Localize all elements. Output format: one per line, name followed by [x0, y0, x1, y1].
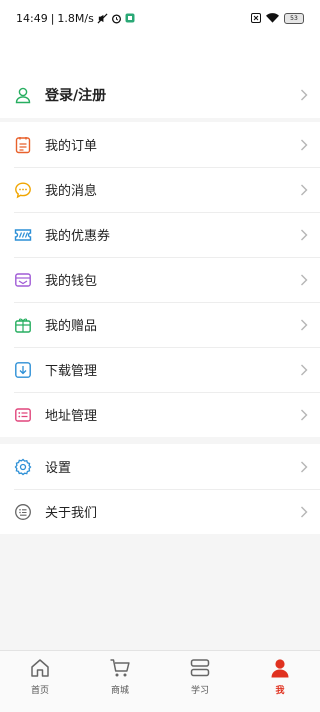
nav-home[interactable]: 首页 — [0, 651, 80, 712]
download-management-item[interactable]: 下载管理 — [0, 347, 320, 392]
app-notification-icon — [125, 13, 135, 23]
chevron-right-icon — [300, 138, 308, 151]
alarm-icon — [111, 13, 122, 24]
chevron-right-icon — [300, 408, 308, 421]
cart-icon — [109, 657, 131, 679]
nav-home-label: 首页 — [30, 686, 49, 696]
my-messages-label: 我的消息 — [45, 184, 98, 199]
order-icon — [14, 136, 32, 154]
chevron-right-icon — [300, 363, 308, 376]
settings-label: 设置 — [45, 461, 72, 476]
study-icon — [189, 657, 211, 679]
settings-item[interactable]: 设置 — [0, 444, 320, 489]
my-coupons-label: 我的优惠券 — [45, 229, 111, 244]
about-us-label: 关于我们 — [45, 506, 98, 521]
nav-profile[interactable]: 我 — [240, 651, 320, 712]
my-wallet-label: 我的钱包 — [45, 274, 98, 289]
status-network-speed: 1.8M/s — [57, 11, 94, 25]
coupon-icon — [14, 226, 32, 244]
menu-group-other: 设置 关于我们 — [0, 444, 320, 534]
my-gifts-item[interactable]: 我的赠品 — [0, 302, 320, 347]
user-icon — [14, 86, 32, 104]
bottom-navigation: 首页 商城 学习 我 — [0, 650, 320, 712]
mute-icon — [97, 12, 108, 24]
chevron-right-icon — [300, 228, 308, 241]
status-bar: 14:49 | 1.8M/s 53 — [0, 0, 320, 36]
download-management-label: 下载管理 — [45, 364, 98, 379]
chevron-right-icon — [300, 89, 308, 102]
my-wallet-item[interactable]: 我的钱包 — [0, 257, 320, 302]
battery-icon: 53 — [284, 12, 304, 24]
chevron-right-icon — [300, 460, 308, 473]
gear-icon — [14, 458, 32, 476]
nav-study-label: 学习 — [190, 686, 209, 696]
nav-study[interactable]: 学习 — [160, 651, 240, 712]
profile-icon — [269, 657, 291, 679]
chevron-right-icon — [300, 273, 308, 286]
nav-profile-label: 我 — [275, 686, 285, 696]
message-icon — [14, 181, 32, 199]
sim-off-icon — [251, 13, 261, 23]
my-gifts-label: 我的赠品 — [45, 319, 98, 334]
status-separator: | — [50, 11, 55, 25]
gift-icon — [14, 316, 32, 334]
login-section: 登录/注册 — [0, 72, 320, 118]
my-messages-item[interactable]: 我的消息 — [0, 167, 320, 212]
address-management-label: 地址管理 — [45, 409, 98, 424]
status-time: 14:49 — [16, 11, 48, 25]
my-orders-item[interactable]: 我的订单 — [0, 122, 320, 167]
address-management-item[interactable]: 地址管理 — [0, 392, 320, 437]
wallet-icon — [14, 271, 32, 289]
home-icon — [29, 657, 51, 679]
login-register-label: 登录/注册 — [45, 88, 107, 104]
chevron-right-icon — [300, 318, 308, 331]
chevron-right-icon — [300, 183, 308, 196]
download-icon — [14, 361, 32, 379]
menu-group-main: 我的订单 我的消息 我的优惠券 我的钱包 我的赠品 下载管理 地址管理 — [0, 122, 320, 437]
my-coupons-item[interactable]: 我的优惠券 — [0, 212, 320, 257]
wifi-icon — [266, 13, 279, 23]
nav-mall[interactable]: 商城 — [80, 651, 160, 712]
login-register-item[interactable]: 登录/注册 — [0, 72, 320, 118]
about-us-item[interactable]: 关于我们 — [0, 489, 320, 534]
about-icon — [14, 503, 32, 521]
nav-mall-label: 商城 — [110, 686, 129, 696]
address-icon — [14, 406, 32, 424]
chevron-right-icon — [300, 505, 308, 518]
my-orders-label: 我的订单 — [45, 139, 98, 154]
header-spacer — [0, 36, 320, 72]
